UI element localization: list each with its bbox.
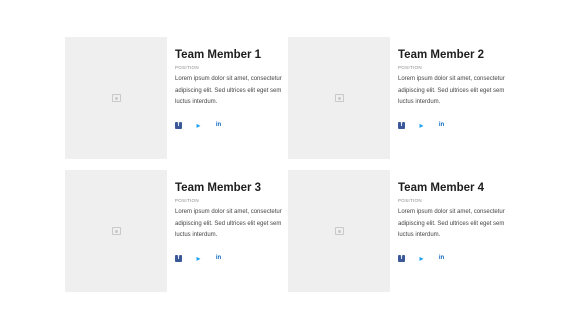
member-position: POSITION [175,198,199,203]
social-links: f ▸ in [398,254,508,262]
team-member-card: Team Member 1 POSITION Lorem ipsum dolor… [65,37,285,159]
member-photo-placeholder [288,37,390,159]
member-info: Team Member 2 POSITION Lorem ipsum dolor… [398,48,508,129]
member-photo-placeholder [65,170,167,292]
linkedin-icon[interactable]: in [438,255,445,262]
facebook-icon[interactable]: f [398,121,405,129]
social-links: f ▸ in [175,121,285,129]
member-info: Team Member 3 POSITION Lorem ipsum dolor… [175,181,285,262]
image-placeholder-icon [334,94,344,102]
twitter-icon[interactable]: ▸ [195,121,202,129]
member-position: POSITION [398,198,422,203]
member-bio: Lorem ipsum dolor sit amet, consectetur … [175,76,282,105]
member-info: Team Member 4 POSITION Lorem ipsum dolor… [398,181,508,262]
member-name: Team Member 4 [398,182,485,194]
social-links: f ▸ in [398,121,508,129]
image-placeholder-icon [334,227,344,235]
twitter-icon[interactable]: ▸ [195,254,202,262]
linkedin-icon[interactable]: in [215,255,222,262]
team-member-card: Team Member 3 POSITION Lorem ipsum dolor… [65,170,285,292]
member-photo-placeholder [65,37,167,159]
member-position: POSITION [175,65,199,70]
facebook-icon[interactable]: f [398,254,405,262]
facebook-icon[interactable]: f [175,254,182,262]
twitter-icon[interactable]: ▸ [418,121,425,129]
facebook-icon[interactable]: f [175,121,182,129]
member-info: Team Member 1 POSITION Lorem ipsum dolor… [175,48,285,129]
team-grid: Team Member 1 POSITION Lorem ipsum dolor… [0,0,569,329]
member-name: Team Member 2 [398,49,485,61]
image-placeholder-icon [111,227,121,235]
social-links: f ▸ in [175,254,285,262]
linkedin-icon[interactable]: in [215,122,222,129]
member-bio: Lorem ipsum dolor sit amet, consectetur … [398,209,505,238]
image-placeholder-icon [111,94,121,102]
twitter-icon[interactable]: ▸ [418,254,425,262]
team-member-card: Team Member 4 POSITION Lorem ipsum dolor… [288,170,508,292]
member-position: POSITION [398,65,422,70]
linkedin-icon[interactable]: in [438,122,445,129]
member-photo-placeholder [288,170,390,292]
member-bio: Lorem ipsum dolor sit amet, consectetur … [175,209,282,238]
member-bio: Lorem ipsum dolor sit amet, consectetur … [398,76,505,105]
member-name: Team Member 1 [175,49,262,61]
team-member-card: Team Member 2 POSITION Lorem ipsum dolor… [288,37,508,159]
member-name: Team Member 3 [175,182,262,194]
